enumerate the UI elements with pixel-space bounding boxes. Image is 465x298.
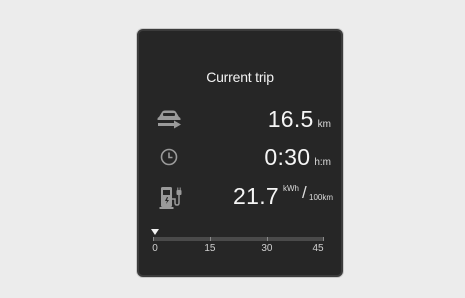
- scale-label: 30: [261, 243, 273, 254]
- scale-label: 45: [312, 243, 324, 254]
- scale-tick: [209, 237, 211, 241]
- ev-charger-icon: [159, 185, 183, 216]
- trip-scale: 0 15 30 45: [151, 229, 324, 259]
- time-value: 0:30: [264, 144, 311, 170]
- distance-value: 16.5: [267, 106, 314, 132]
- scale-tick: [153, 237, 154, 241]
- consumption-unit: kWh / 100km: [283, 183, 335, 204]
- car-arrow-icon: [155, 108, 183, 137]
- time-unit: h:m: [314, 157, 331, 168]
- panel-title: Current trip: [206, 69, 274, 85]
- consumption-row: 21.7 kWh / 100km: [139, 183, 341, 213]
- distance-row: 16.5 km: [139, 106, 341, 136]
- clock-icon: [158, 146, 180, 173]
- scale-track: [153, 237, 324, 241]
- scale-tick: [323, 237, 324, 241]
- scale-marker-icon: [151, 229, 159, 235]
- scale-label: 0: [152, 243, 158, 254]
- consumption-unit-energy: kWh: [283, 184, 299, 193]
- scale-label: 15: [204, 243, 216, 254]
- consumption-value: 21.7: [233, 183, 279, 209]
- consumption-unit-distance: 100km: [309, 193, 334, 202]
- scale-tick: [266, 237, 268, 241]
- time-row: 0:30 h:m: [139, 144, 341, 174]
- trip-info-panel: Current trip 16.5 km 0:30 h:m 21.7 kWh /…: [137, 29, 343, 277]
- consumption-unit-slash: /: [302, 183, 307, 202]
- distance-unit: km: [317, 119, 331, 130]
